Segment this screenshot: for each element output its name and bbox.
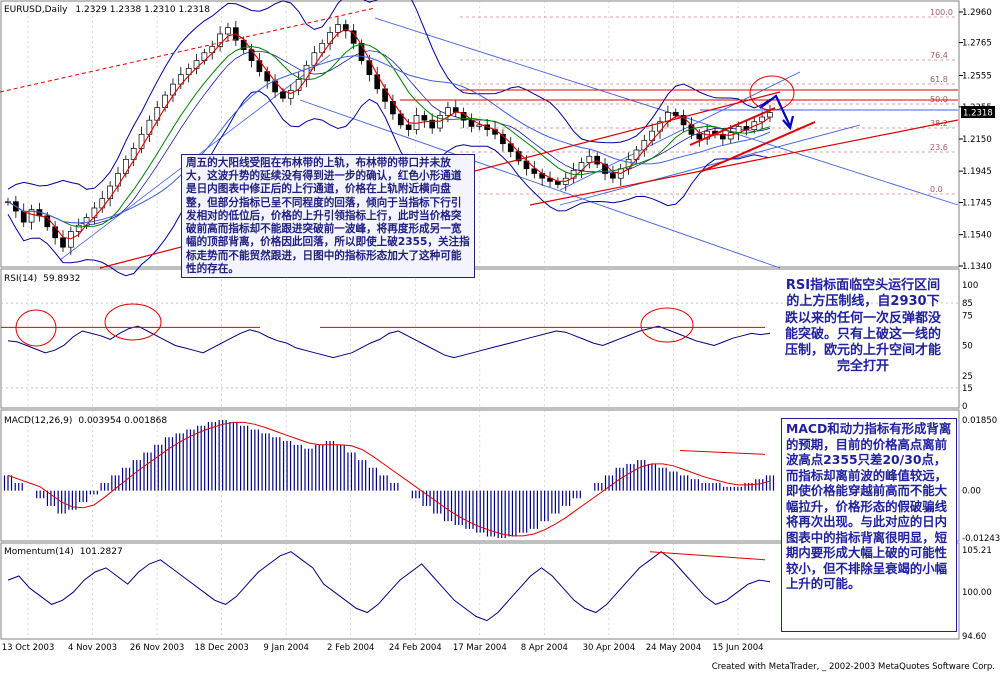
price-axis: 1.29601.27651.25551.23551.21501.19451.17… (959, 8, 992, 272)
candle-body (594, 155, 601, 165)
macd-tick-label: -0.01243 (962, 534, 1000, 544)
candle-body (287, 90, 294, 99)
candle-body (586, 155, 593, 163)
fib-level-label: 76.4 (930, 51, 948, 60)
rsi-tick-label: 50 (962, 342, 973, 352)
rsi-tick-label: 15 (962, 384, 973, 394)
fib-level-label: 61.8 (930, 75, 948, 84)
price-tick-label: 1.1945 (962, 167, 992, 177)
momentum-title: Momentum(14) 101.2827 (4, 547, 123, 557)
candle-body (445, 107, 451, 116)
candle-body (303, 64, 310, 80)
date-tick-label: 24 May 2004 (646, 643, 701, 653)
main-title: EURUSD,Daily 1.2329 1.2338 1.2310 1.2318 (4, 5, 210, 15)
fib-level-label: 0.0 (930, 185, 943, 194)
macd-title: MACD(12,26,9) 0.003954 0.001868 (4, 416, 167, 426)
candle-body (122, 159, 129, 174)
candle-body (727, 132, 734, 140)
rsi-tick-label: 100 (962, 281, 978, 291)
price-tick-label: 1.2150 (962, 135, 992, 145)
date-tick-label: 2 Feb 2004 (327, 643, 375, 653)
candle-body (421, 115, 428, 121)
date-tick-label: 24 Feb 2004 (389, 643, 442, 653)
fib-level-label: 100.0 (930, 8, 953, 17)
price-tick-label: 1.1340 (962, 262, 992, 272)
rsi-tick-label: 0 (962, 402, 967, 412)
candle-body (696, 133, 703, 140)
date-tick-label: 13 Oct 2003 (2, 643, 55, 653)
fib-level-label: 23.6 (930, 143, 948, 152)
price-tick-label: 1.2765 (962, 39, 992, 49)
momentum-tick-label: 105.21 (962, 546, 992, 556)
date-tick-label: 15 Jun 2004 (712, 643, 763, 653)
rsi-tick-label: 25 (962, 372, 973, 382)
date-tick-label: 17 Mar 2004 (453, 643, 507, 653)
date-tick-label: 4 Nov 2003 (68, 643, 117, 653)
date-tick-label: 8 Apr 2004 (521, 643, 568, 653)
candle-body (405, 124, 412, 130)
rsi-analysis-note: RSI指标面临空头运行区间的上方压制线，自2930下跌以来的任何一次反弹都没能突… (785, 278, 942, 375)
rsi-title: RSI(14) 59.8932 (4, 274, 80, 284)
date-tick-label: 26 Nov 2003 (130, 643, 184, 653)
candle-body (91, 207, 98, 218)
price-tick-label: 1.2960 (962, 8, 992, 18)
macd-analysis-note: MACD和动力指标有形成背离的预期，目前的价格高点离前波高点2355只差20/3… (781, 418, 957, 632)
rsi-tick-label: 75 (962, 311, 973, 321)
price-tick-label: 1.1540 (962, 231, 992, 241)
candle-body (60, 237, 66, 248)
candle-body (225, 27, 231, 35)
date-tick-label: 30 Apr 2004 (583, 643, 636, 653)
footer-credit: Created with MetaTrader, _ 2002-2003 Met… (712, 662, 995, 672)
candle-body (610, 173, 616, 179)
candle-body (767, 112, 773, 118)
rsi-tick-label: 85 (962, 299, 973, 309)
candle-body (248, 49, 255, 61)
macd-tick-label: 0.01850 (962, 416, 997, 426)
macd-tick-label: 0.00 (962, 487, 981, 497)
candle-body (327, 32, 333, 44)
candle-body (280, 91, 286, 99)
price-tick-label: 1.2555 (962, 72, 992, 82)
candle-body (335, 24, 341, 33)
candle-body (272, 80, 278, 93)
main-analysis-note: 周五的大阳线受阻在布林带的上轨，布林带的带口并未放大，这波升势的延续没有得到进一… (181, 154, 475, 278)
date-tick-label: 9 Jan 2004 (263, 643, 309, 653)
candle-body (672, 111, 679, 116)
current-price-label: 1.2318 (963, 109, 993, 119)
candle-body (476, 124, 483, 127)
date-tick-label: 18 Dec 2003 (194, 643, 248, 653)
momentum-tick-label: 94.60 (962, 632, 986, 642)
momentum-tick-label: 100.00 (962, 588, 992, 598)
price-tick-label: 1.1745 (962, 199, 992, 209)
